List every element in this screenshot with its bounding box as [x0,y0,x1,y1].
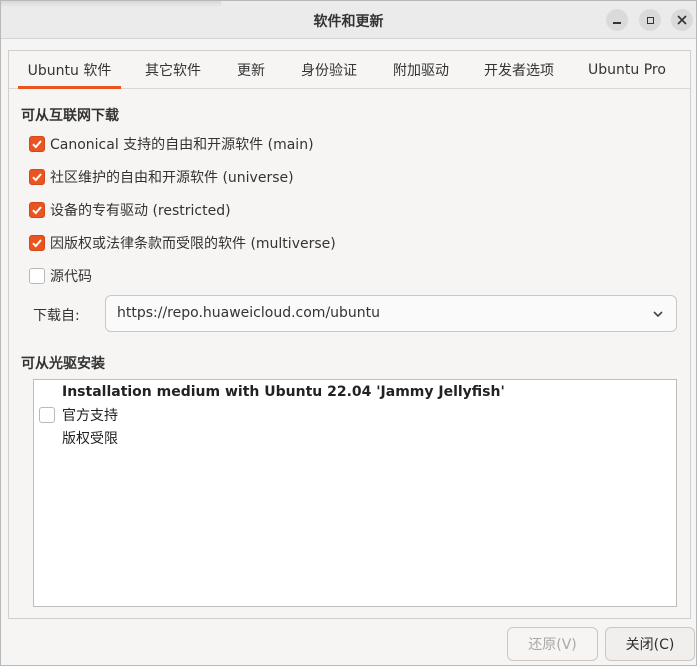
cdrom-media-checkbox[interactable] [39,407,55,423]
close-icon [677,15,687,25]
source-code-checkbox[interactable] [29,268,45,284]
maximize-icon [646,16,654,24]
revert-button[interactable]: 还原(V) [507,627,598,661]
close-window-button[interactable] [671,9,693,31]
tab-authentication[interactable]: 身份验证 [289,51,369,88]
media-title: Installation medium with Ubuntu 22.04 'J… [62,384,505,400]
download-server-combo[interactable]: https://repo.huaweicloud.com/ubuntu [105,295,677,332]
tab-developer-options[interactable]: 开发者选项 [471,51,567,88]
maximize-button[interactable] [639,9,661,31]
tab-bar: Ubuntu 软件 其它软件 更新 身份验证 附加驱动 开发者选项 Ubuntu… [9,51,690,89]
checkmark-icon [32,206,42,215]
source-restricted-row[interactable]: 设备的专有驱动 (restricted) [29,200,231,220]
source-multiverse-row[interactable]: 因版权或法律条款而受限的软件 (multiverse) [29,233,336,253]
titlebar-shadow [1,1,221,7]
download-server-value: https://repo.huaweicloud.com/ubuntu [117,305,381,321]
tab-other-software[interactable]: 其它软件 [133,51,213,88]
source-main-row[interactable]: Canonical 支持的自由和开源软件 (main) [29,134,314,154]
media-line-official: 官方支持 [62,408,118,424]
checkmark-icon [32,140,42,149]
source-universe-row[interactable]: 社区维护的自由和开源软件 (universe) [29,167,294,187]
source-code-label: 源代码 [50,269,92,285]
cdrom-section-heading: 可从光驱安装 [21,356,105,372]
chevron-down-icon [653,311,663,318]
source-universe-label: 社区维护的自由和开源软件 (universe) [50,170,294,186]
source-multiverse-checkbox[interactable] [29,235,45,251]
source-multiverse-label: 因版权或法律条款而受限的软件 (multiverse) [50,236,336,252]
checkmark-icon [32,173,42,182]
window-title: 软件和更新 [313,14,384,30]
source-main-label: Canonical 支持的自由和开源软件 (main) [50,137,314,153]
checkmark-icon [32,239,42,248]
cdrom-media-list[interactable]: Installation medium with Ubuntu 22.04 'J… [33,379,677,607]
internet-section-heading: 可从互联网下载 [21,108,119,124]
tab-updates[interactable]: 更新 [225,51,277,88]
tab-ubuntu-software[interactable]: Ubuntu 软件 [18,51,121,89]
title-bar[interactable]: 软件和更新 [1,1,696,39]
software-updates-window: 软件和更新 Ubuntu 软件 其它软件 更新 身份验证 附加驱动 开发者选项 … [0,0,697,666]
source-main-checkbox[interactable] [29,136,45,152]
close-button[interactable]: 关闭(C) [605,627,695,661]
minimize-icon [613,22,621,24]
tab-additional-drivers[interactable]: 附加驱动 [381,51,461,88]
source-universe-checkbox[interactable] [29,169,45,185]
source-restricted-label: 设备的专有驱动 (restricted) [50,203,231,219]
source-restricted-checkbox[interactable] [29,202,45,218]
minimize-button[interactable] [606,9,628,31]
source-code-row[interactable]: 源代码 [29,266,92,286]
tab-ubuntu-pro[interactable]: Ubuntu Pro [579,51,675,88]
download-from-label: 下载自: [33,308,80,324]
media-line-restricted: 版权受限 [62,431,118,447]
